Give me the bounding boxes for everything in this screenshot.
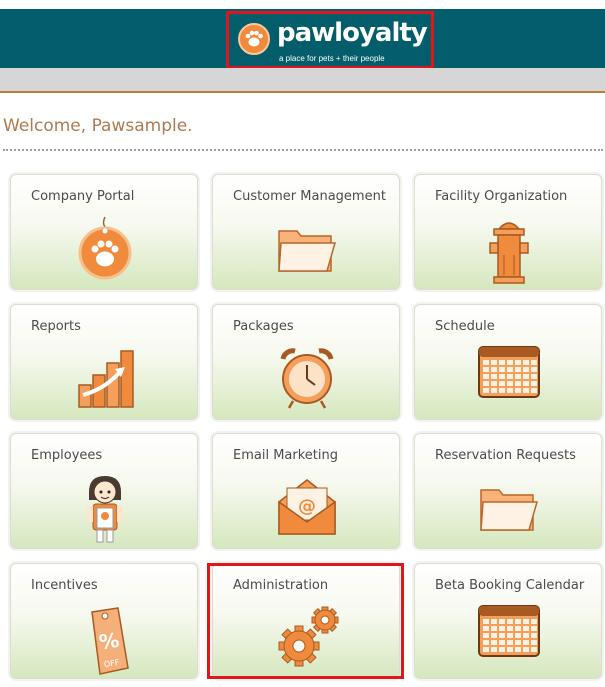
tile-company-portal[interactable]: Company Portal (10, 174, 198, 290)
svg-text:@: @ (298, 496, 316, 517)
tile-label: Incentives (31, 578, 98, 593)
logo-tagline: a place for pets + their people (279, 54, 385, 63)
employee-avatar-icon (11, 474, 199, 546)
pawloyalty-logo[interactable]: pawloyalty a place for pets + their peop… (226, 11, 434, 69)
tile-incentives[interactable]: Incentives % OFF (10, 563, 198, 679)
dotted-divider (3, 149, 603, 151)
calendar-icon (415, 604, 603, 676)
folder-icon (213, 215, 401, 287)
welcome-message: Welcome, Pawsample. (3, 116, 193, 136)
growth-chart-icon (11, 345, 199, 417)
tile-facility-organization[interactable]: Facility Organization (414, 174, 602, 290)
tile-beta-booking-calendar[interactable]: Beta Booking Calendar (414, 563, 602, 679)
svg-text:%: % (97, 628, 120, 655)
tile-reports[interactable]: Reports (10, 304, 198, 420)
tile-label: Email Marketing (233, 448, 338, 463)
alarm-clock-icon (213, 345, 401, 417)
tile-email-marketing[interactable]: Email Marketing @ (212, 433, 400, 549)
folder-icon (415, 474, 603, 546)
tile-employees[interactable]: Employees (10, 433, 198, 549)
paw-logo-icon (238, 23, 270, 55)
tile-label: Customer Management (233, 189, 386, 204)
tile-label: Reports (31, 319, 81, 334)
tile-label: Reservation Requests (435, 448, 576, 463)
tile-label: Company Portal (31, 189, 135, 204)
calendar-icon (415, 345, 603, 417)
tile-label: Schedule (435, 319, 495, 334)
tile-label: Facility Organization (435, 189, 568, 204)
tile-administration[interactable]: Administration (212, 563, 400, 679)
tile-customer-management[interactable]: Customer Management (212, 174, 400, 290)
email-envelope-icon: @ (213, 474, 401, 546)
logo-text: pawloyalty (277, 18, 428, 48)
gears-icon (213, 604, 401, 676)
nav-bar (0, 68, 605, 93)
tile-label: Administration (233, 578, 329, 593)
fire-hydrant-icon (415, 215, 603, 287)
tile-label: Beta Booking Calendar (435, 578, 585, 593)
tile-packages[interactable]: Packages (212, 304, 400, 420)
tile-label: Employees (31, 448, 103, 463)
top-header: pawloyalty a place for pets + their peop… (0, 9, 605, 69)
paw-tag-icon (11, 215, 199, 287)
discount-tag-icon: % OFF (11, 604, 199, 676)
tile-schedule[interactable]: Schedule (414, 304, 602, 420)
tile-reservation-requests[interactable]: Reservation Requests (414, 433, 602, 549)
tile-label: Packages (233, 319, 294, 334)
